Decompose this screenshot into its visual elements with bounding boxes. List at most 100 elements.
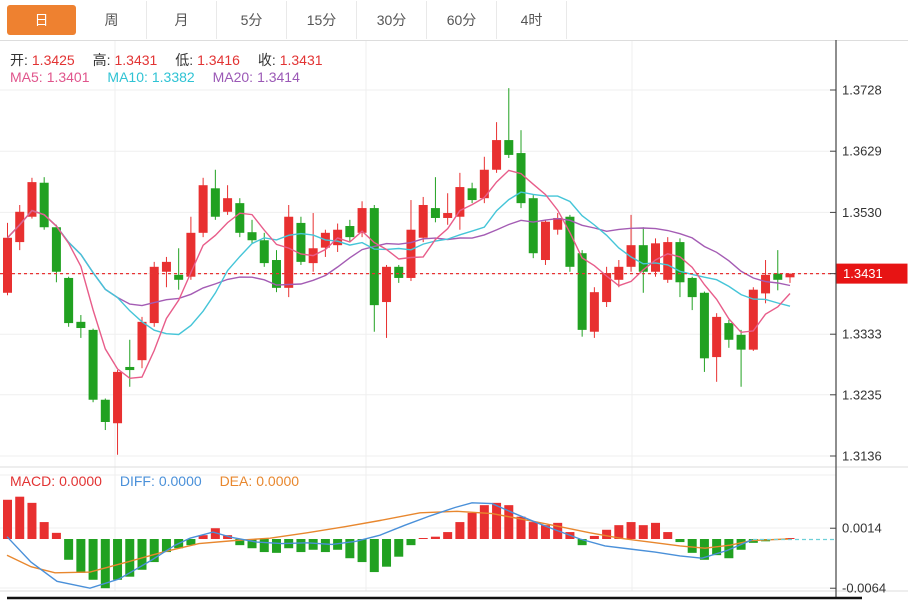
macd-bar	[529, 522, 538, 539]
candle	[529, 198, 538, 253]
candlestick-chart[interactable]: 1.37281.36291.35301.33331.32351.31361.34…	[0, 40, 908, 605]
tab-30分[interactable]: 30分	[357, 1, 427, 39]
interval-tabbar: 日周月5分15分30分60分4时	[0, 0, 908, 40]
candle	[712, 317, 721, 357]
candle	[162, 262, 171, 272]
ma20-label: MA20:	[213, 69, 253, 85]
candle	[199, 185, 208, 233]
candle	[15, 212, 24, 242]
candle	[651, 243, 660, 271]
candle	[223, 198, 232, 212]
diff-label: DIFF:	[120, 473, 155, 489]
open-value: 1.3425	[32, 52, 75, 68]
macd-bar	[382, 539, 391, 567]
macd-bar	[590, 536, 599, 539]
macd-bar	[480, 505, 489, 539]
macd-value: 0.0000	[59, 473, 102, 489]
macd-bar	[492, 503, 501, 539]
close-label: 收:	[258, 52, 276, 68]
ma-legend: MA5:1.3401 MA10:1.3382 MA20:1.3414	[10, 69, 304, 85]
macd-bar	[602, 530, 611, 539]
candle	[89, 330, 98, 400]
macd-axis-label: -0.0064	[842, 581, 886, 596]
macd-bar	[15, 497, 24, 539]
candle	[419, 205, 428, 238]
candle	[504, 140, 513, 155]
candle	[761, 275, 770, 294]
macd-legend: MACD:0.0000 DIFF:0.0000 DEA:0.0000	[10, 473, 303, 489]
y-axis-label: 1.3235	[842, 387, 882, 402]
candle	[76, 322, 85, 328]
candle	[150, 267, 159, 323]
candle	[248, 232, 257, 240]
y-axis-label: 1.3333	[842, 327, 882, 342]
candle	[52, 227, 61, 272]
macd-bar	[76, 539, 85, 573]
tab-周[interactable]: 周	[77, 1, 147, 39]
macd-bar	[651, 523, 660, 539]
macd-label: MACD:	[10, 473, 55, 489]
candle	[186, 233, 195, 277]
macd-bar	[663, 532, 672, 539]
macd-bar	[296, 539, 305, 552]
macd-bar	[64, 539, 73, 560]
candle	[284, 217, 293, 288]
macd-bar	[260, 539, 269, 552]
macd-bar	[627, 522, 636, 539]
y-axis-label: 1.3530	[842, 205, 882, 220]
low-value: 1.3416	[197, 52, 240, 68]
candle	[517, 153, 526, 203]
dea-value: 0.0000	[256, 473, 299, 489]
macd-bar	[431, 537, 440, 539]
dea-label: DEA:	[220, 473, 253, 489]
trading-chart-page: { "tabs": { "items": [ {"label": "日", "a…	[0, 0, 908, 605]
close-value: 1.3431	[280, 52, 323, 68]
tab-5分[interactable]: 5分	[217, 1, 287, 39]
macd-bar	[394, 539, 403, 557]
macd-bar	[358, 539, 367, 562]
candle	[3, 238, 12, 293]
open-label: 开:	[10, 52, 28, 68]
candle	[345, 226, 354, 237]
macd-bar	[27, 503, 36, 539]
macd-bar	[40, 522, 49, 539]
candle	[431, 208, 440, 218]
macd-bar	[3, 500, 12, 539]
tab-日[interactable]: 日	[7, 5, 76, 35]
y-axis-label: 1.3728	[842, 83, 882, 98]
candle	[235, 203, 244, 233]
ma5-value: 1.3401	[47, 69, 90, 85]
macd-bar	[52, 533, 61, 539]
macd-bar	[419, 538, 428, 539]
low-label: 低:	[175, 52, 193, 68]
macd-bar	[309, 539, 318, 550]
macd-bar	[688, 539, 697, 553]
candle	[602, 273, 611, 302]
y-axis-label: 1.3136	[842, 448, 882, 463]
tab-4时[interactable]: 4时	[497, 1, 567, 39]
tab-15分[interactable]: 15分	[287, 1, 357, 39]
candle	[125, 367, 134, 370]
candle	[296, 223, 305, 262]
macd-bar	[675, 539, 684, 542]
macd-bar	[406, 539, 415, 545]
candle	[174, 275, 183, 280]
diff-value: 0.0000	[159, 473, 202, 489]
macd-bar	[370, 539, 379, 572]
candle	[382, 267, 391, 302]
macd-bar	[101, 539, 110, 588]
ma20-value: 1.3414	[257, 69, 300, 85]
candle	[101, 400, 110, 422]
ohlc-legend: 开:1.3425 高:1.3431 低:1.3416 收:1.3431	[10, 50, 327, 70]
macd-bar	[272, 539, 281, 553]
candle	[455, 187, 464, 217]
candle	[627, 245, 636, 267]
candle	[737, 335, 746, 350]
tab-月[interactable]: 月	[147, 1, 217, 39]
candle	[443, 213, 452, 218]
candle	[260, 240, 269, 263]
candle	[675, 242, 684, 282]
tab-60分[interactable]: 60分	[427, 1, 497, 39]
candle	[541, 222, 550, 260]
macd-bar	[89, 539, 98, 580]
